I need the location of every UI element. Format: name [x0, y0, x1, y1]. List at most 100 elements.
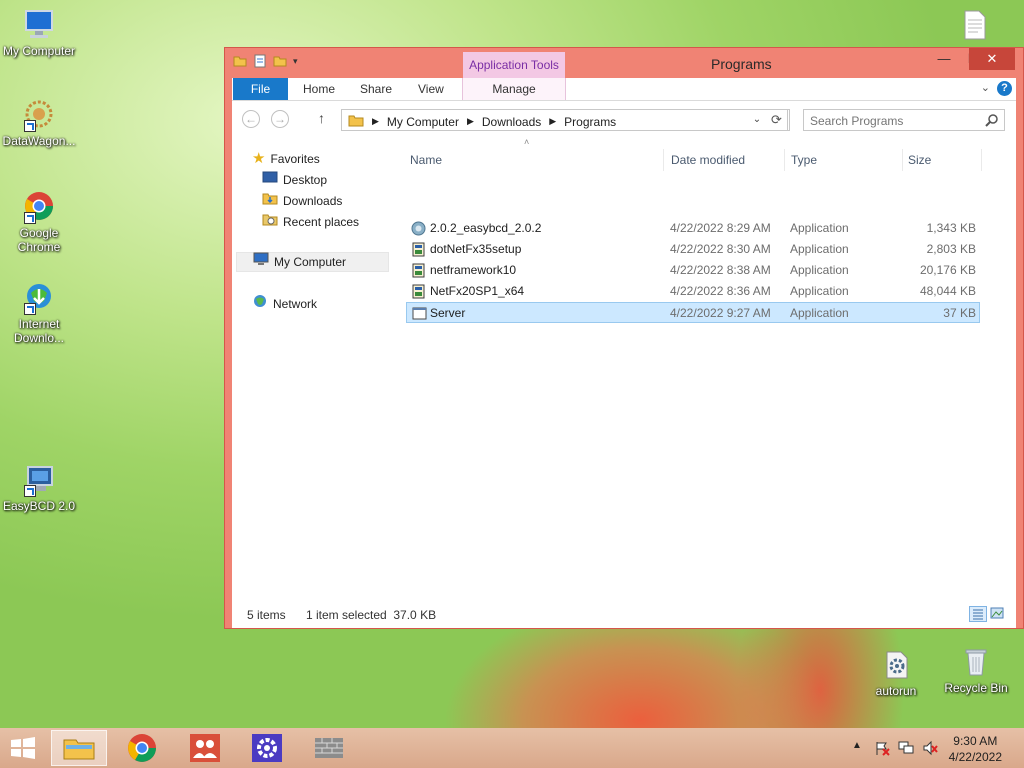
taskbar-settings-app[interactable]: [239, 730, 295, 766]
windows-logo-icon: [11, 737, 35, 759]
navigation-pane: ★ Favorites Desktop Downloads Recent pla…: [232, 139, 390, 602]
start-button[interactable]: [8, 735, 38, 761]
computer-icon: [22, 8, 56, 42]
forward-button[interactable]: →: [271, 110, 289, 128]
desktop-icon-label: My Computer: [2, 44, 76, 58]
nav-network[interactable]: Network: [252, 294, 317, 314]
file-date: 4/22/2022 8:29 AM: [670, 221, 771, 235]
close-button[interactable]: ✕: [969, 48, 1015, 70]
taskbar-firewall-app[interactable]: [301, 730, 357, 766]
internet-download-icon: [22, 281, 56, 315]
file-list: ˄ Name Date modified Type Size 2.0.2_eas…: [406, 137, 1016, 602]
address-history-dropdown[interactable]: ⌄: [749, 110, 765, 130]
refresh-button[interactable]: ⟳: [766, 109, 788, 131]
file-row[interactable]: 2.0.2_easybcd_2.0.2 4/22/2022 8:29 AM Ap…: [406, 218, 980, 239]
nav-desktop[interactable]: Desktop: [262, 170, 327, 190]
desktop-icon-recycle-bin[interactable]: Recycle Bin: [938, 645, 1014, 695]
tab-file[interactable]: File: [233, 78, 288, 100]
breadcrumb-separator-icon[interactable]: ▶: [549, 116, 556, 127]
up-button[interactable]: ↑: [318, 110, 325, 126]
title-bar[interactable]: ▾ Application Tools Programs — ❐ ✕: [225, 48, 1023, 78]
content-area: ★ Favorites Desktop Downloads Recent pla…: [232, 137, 1016, 602]
file-name: Server: [430, 306, 466, 320]
nav-label: Network: [273, 297, 318, 311]
address-bar[interactable]: ▶ My Computer ▶ Downloads ▶ Programs ⌄: [341, 109, 790, 131]
recent-places-icon: [262, 212, 278, 232]
taskbar-chrome[interactable]: [114, 730, 170, 766]
nav-my-computer[interactable]: My Computer: [236, 252, 389, 272]
search-icon[interactable]: [985, 113, 999, 130]
nav-label: Favorites: [270, 152, 320, 166]
desktop-folder-icon: [262, 170, 278, 190]
taskbar-people-app[interactable]: [177, 730, 233, 766]
large-icons-view-button[interactable]: [989, 606, 1007, 622]
file-type: Application: [790, 263, 849, 277]
file-row-selected[interactable]: Server 4/22/2022 9:27 AM Application 37 …: [406, 302, 980, 323]
taskbar: ▲ 9:30 AM 4/22/2022: [0, 728, 1024, 768]
desktop-icon-google-chrome[interactable]: Google Chrome: [1, 190, 77, 254]
file-type: Application: [790, 221, 849, 235]
breadcrumb-my-computer[interactable]: My Computer: [387, 115, 459, 129]
easybcd-icon: [22, 463, 56, 497]
file-size: 1,343 KB: [926, 221, 976, 235]
file-date: 4/22/2022 8:30 AM: [670, 242, 771, 256]
network-status-icon[interactable]: [898, 740, 914, 759]
tab-view[interactable]: View: [418, 78, 444, 100]
search-input[interactable]: [808, 112, 982, 130]
file-row[interactable]: dotNetFx35setup 4/22/2022 8:30 AM Applic…: [406, 239, 980, 260]
file-row[interactable]: NetFx20SP1_x64 4/22/2022 8:36 AM Applica…: [406, 281, 980, 302]
nav-downloads[interactable]: Downloads: [262, 191, 342, 211]
desktop: My Computer DataWagon... Google Chrome I…: [0, 0, 1024, 768]
star-icon: ★: [252, 150, 266, 167]
settings-app-icon: [252, 734, 282, 762]
tab-home[interactable]: Home: [303, 78, 335, 100]
selection-info: 1 item selected 37.0 KB: [306, 608, 437, 622]
file-date: 4/22/2022 8:38 AM: [670, 263, 771, 277]
desktop-icon-easybcd[interactable]: EasyBCD 2.0: [1, 463, 77, 513]
nav-recent-places[interactable]: Recent places: [262, 212, 359, 232]
nav-label: Downloads: [283, 194, 343, 208]
folder-icon: [348, 113, 364, 130]
file-row[interactable]: netframework10 4/22/2022 8:38 AM Applica…: [406, 260, 980, 281]
desktop-icon-label: Recycle Bin: [944, 681, 1008, 695]
breadcrumb-separator-icon[interactable]: ▶: [372, 116, 379, 127]
search-box[interactable]: [803, 109, 1005, 131]
show-hidden-icons-icon[interactable]: ▲: [852, 740, 862, 751]
tab-share[interactable]: Share: [360, 78, 392, 100]
desktop-file-icon-partial[interactable]: [962, 10, 988, 40]
column-header-date-modified[interactable]: Date modified: [667, 149, 785, 171]
file-name: netframework10: [430, 263, 517, 277]
taskbar-file-explorer[interactable]: [51, 730, 107, 766]
desktop-icon-internet-download[interactable]: Internet Downlo...: [1, 281, 77, 345]
tab-manage[interactable]: Manage: [462, 78, 566, 100]
file-size: 48,044 KB: [919, 284, 976, 298]
column-header-type[interactable]: Type: [787, 149, 903, 171]
file-name: dotNetFx35setup: [430, 242, 522, 256]
file-size: 2,803 KB: [926, 242, 976, 256]
desktop-icon-label: Google Chrome: [17, 226, 61, 254]
nav-favorites[interactable]: ★ Favorites: [252, 149, 320, 169]
breadcrumb-downloads[interactable]: Downloads: [482, 115, 541, 129]
network-icon: [252, 294, 268, 314]
clock-time: 9:30 AM: [953, 734, 998, 748]
desktop-icon-my-computer[interactable]: My Computer: [1, 8, 77, 58]
properties-icon[interactable]: [253, 54, 267, 68]
desktop-icon-autorun[interactable]: autorun: [858, 648, 934, 698]
back-button[interactable]: ←: [242, 110, 260, 128]
breadcrumb: ▶ My Computer ▶ Downloads ▶ Programs: [348, 113, 616, 130]
qat-dropdown-icon[interactable]: ▾: [293, 54, 303, 68]
help-icon[interactable]: ?: [997, 81, 1012, 96]
minimize-button[interactable]: —: [929, 48, 959, 70]
details-view-button[interactable]: [969, 606, 987, 622]
action-center-flag-icon[interactable]: [874, 740, 890, 759]
new-folder-icon[interactable]: [273, 54, 287, 68]
expand-ribbon-icon[interactable]: ⌄: [981, 81, 990, 94]
breadcrumb-separator-icon[interactable]: ▶: [467, 116, 474, 127]
desktop-icon-datawagon[interactable]: DataWagon...: [1, 98, 77, 148]
autorun-icon: [879, 648, 913, 682]
system-clock[interactable]: 9:30 AM 4/22/2022: [949, 733, 1002, 765]
column-header-name[interactable]: Name: [406, 149, 664, 171]
breadcrumb-programs[interactable]: Programs: [564, 115, 616, 129]
volume-muted-icon[interactable]: [922, 740, 938, 759]
column-header-size[interactable]: Size: [904, 149, 982, 171]
